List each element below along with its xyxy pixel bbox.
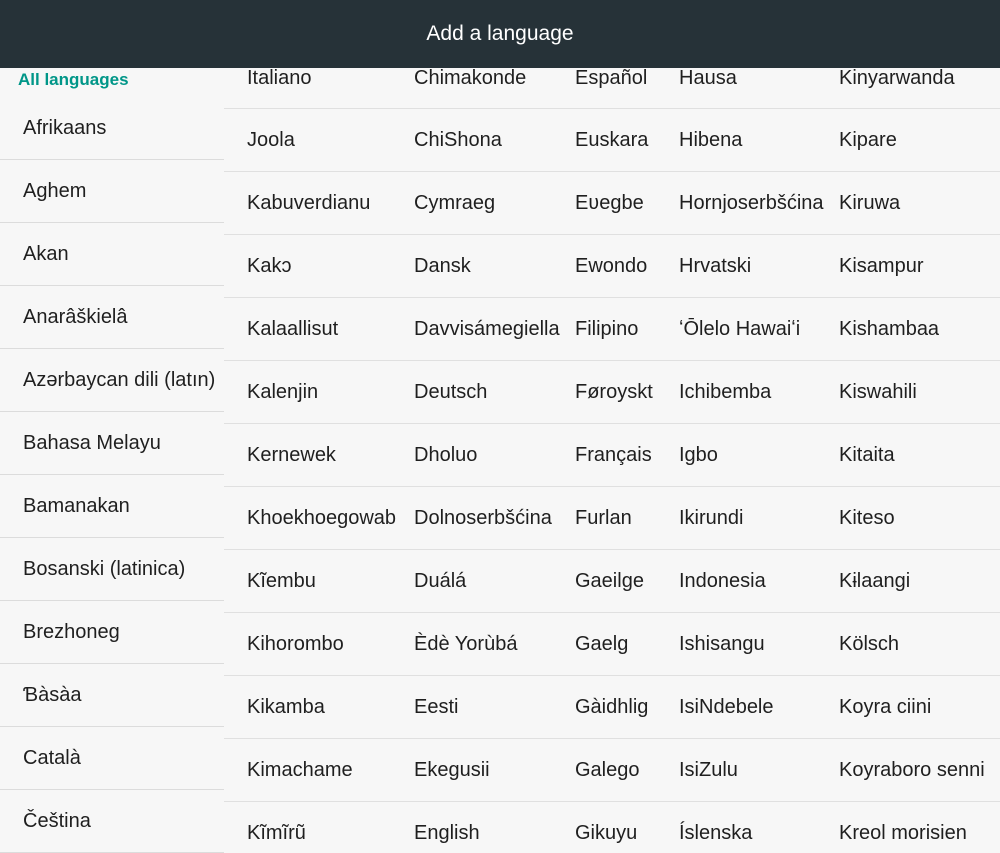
language-option[interactable]: Kimachame xyxy=(247,739,353,802)
language-option[interactable]: Gikuyu xyxy=(575,802,637,852)
language-option[interactable]: Kreol morisien xyxy=(839,802,967,852)
language-option[interactable]: Ikirundi xyxy=(679,487,743,550)
language-option[interactable]: Français xyxy=(575,424,652,487)
language-option[interactable]: Ekegusii xyxy=(414,739,490,802)
language-option[interactable]: Ichibemba xyxy=(679,361,771,424)
sidebar-item-language[interactable]: Akan xyxy=(0,224,224,286)
language-option[interactable]: Ishisangu xyxy=(679,613,765,676)
language-option[interactable]: ChiShona xyxy=(414,109,502,172)
sidebar-item-language[interactable]: Čeština xyxy=(0,791,224,853)
language-option[interactable]: Eʋegbe xyxy=(575,172,644,235)
language-option[interactable]: Gàidhlig xyxy=(575,676,648,739)
language-row: Kimachame Ekegusii Galego IsiZulu Koyrab… xyxy=(224,739,1000,802)
language-option[interactable]: Duálá xyxy=(414,550,466,613)
sidebar-item-language[interactable]: Bahasa Melayu xyxy=(0,413,224,475)
language-option[interactable]: Kalaallisut xyxy=(247,298,338,361)
language-option[interactable]: Gaelg xyxy=(575,613,628,676)
language-option[interactable]: Èdè Yorùbá xyxy=(414,613,517,676)
language-grid: Italiano Chimakonde Español Hausa Kinyar… xyxy=(224,68,1000,852)
language-option[interactable]: Español xyxy=(575,68,647,110)
sidebar-item-language[interactable]: Brezhoneg xyxy=(0,602,224,664)
section-header-all-languages: All languages xyxy=(18,70,129,89)
language-option[interactable]: Kiteso xyxy=(839,487,895,550)
sidebar-item-language[interactable]: Ɓàsàa xyxy=(0,665,224,727)
language-option[interactable]: Kalenjin xyxy=(247,361,318,424)
language-option[interactable]: English xyxy=(414,802,480,852)
language-option[interactable]: Furlan xyxy=(575,487,632,550)
language-option[interactable]: Íslenska xyxy=(679,802,752,852)
language-option[interactable]: Hrvatski xyxy=(679,235,751,298)
title-bar: Add a language xyxy=(0,0,1000,68)
sidebar-item-language[interactable]: Afrikaans xyxy=(0,98,224,160)
language-option[interactable]: Dolnoserbšćina xyxy=(414,487,552,550)
language-option[interactable]: Kikamba xyxy=(247,676,325,739)
language-option[interactable]: Kisampur xyxy=(839,235,923,298)
language-option[interactable]: Kakɔ xyxy=(247,235,291,298)
language-option[interactable]: IsiZulu xyxy=(679,739,738,802)
language-option[interactable]: Hausa xyxy=(679,68,737,110)
language-option[interactable]: Davvisámegiella xyxy=(414,298,560,361)
language-option[interactable]: Igbo xyxy=(679,424,718,487)
page-title: Add a language xyxy=(426,22,574,45)
language-option[interactable]: Galego xyxy=(575,739,640,802)
language-row: Kalaallisut Davvisámegiella Filipino ʻŌl… xyxy=(224,298,1000,361)
sidebar-item-language[interactable]: Anarâškielâ xyxy=(0,287,224,349)
language-option[interactable]: Kihorombo xyxy=(247,613,344,676)
language-option[interactable]: Kabuverdianu xyxy=(247,172,370,235)
language-option[interactable]: Khoekhoegowab xyxy=(247,487,396,550)
language-option[interactable]: Euskara xyxy=(575,109,648,172)
sidebar-item-language[interactable]: Aghem xyxy=(0,161,224,223)
language-option[interactable]: Hornjoserbšćina xyxy=(679,172,824,235)
language-option[interactable]: Dansk xyxy=(414,235,471,298)
language-option[interactable]: Hibena xyxy=(679,109,742,172)
sidebar-item-language[interactable]: Azərbaycan dili (latın) xyxy=(0,350,224,412)
language-option[interactable]: Chimakonde xyxy=(414,68,526,110)
language-option[interactable]: Kɨlaangi xyxy=(839,550,910,613)
language-row: Khoekhoegowab Dolnoserbšćina Furlan Ikir… xyxy=(224,487,1000,550)
language-row: Kihorombo Èdè Yorùbá Gaelg Ishisangu Köl… xyxy=(224,613,1000,676)
language-option[interactable]: Ewondo xyxy=(575,235,647,298)
sidebar-item-language[interactable]: Català xyxy=(0,728,224,790)
language-row: Joola ChiShona Euskara Hibena Kipare xyxy=(224,109,1000,172)
language-option[interactable]: Eesti xyxy=(414,676,458,739)
language-option[interactable]: Koyra ciini xyxy=(839,676,931,739)
language-option[interactable]: Kĩmĩrũ xyxy=(247,802,306,852)
language-option[interactable]: Kĩembu xyxy=(247,550,316,613)
language-row: Kalenjin Deutsch Føroyskt Ichibemba Kisw… xyxy=(224,361,1000,424)
language-option[interactable]: Gaeilge xyxy=(575,550,644,613)
language-option[interactable]: Cymraeg xyxy=(414,172,495,235)
language-option[interactable]: Joola xyxy=(247,109,295,172)
sidebar-item-language[interactable]: Bamanakan xyxy=(0,476,224,538)
language-row: Italiano Chimakonde Español Hausa Kinyar… xyxy=(224,68,1000,110)
language-option[interactable]: Kiruwa xyxy=(839,172,900,235)
language-option[interactable]: Føroyskt xyxy=(575,361,653,424)
language-option[interactable]: Kernewek xyxy=(247,424,336,487)
language-option[interactable]: Kiswahili xyxy=(839,361,917,424)
language-option[interactable]: Dholuo xyxy=(414,424,477,487)
language-row: Kĩembu Duálá Gaeilge Indonesia Kɨlaangi xyxy=(224,550,1000,613)
language-option[interactable]: ʻŌlelo Hawaiʻi xyxy=(679,298,800,361)
language-option[interactable]: Koyraboro senni xyxy=(839,739,985,802)
language-option[interactable]: Indonesia xyxy=(679,550,766,613)
language-row: Kakɔ Dansk Ewondo Hrvatski Kisampur xyxy=(224,235,1000,298)
language-option[interactable]: Kinyarwanda xyxy=(839,68,955,110)
language-option[interactable]: Kishambaa xyxy=(839,298,939,361)
language-row: Kabuverdianu Cymraeg Eʋegbe Hornjoserbšć… xyxy=(224,172,1000,235)
language-row: Kikamba Eesti Gàidhlig IsiNdebele Koyra … xyxy=(224,676,1000,739)
sidebar-item-language[interactable]: Bosanski (latinica) xyxy=(0,539,224,601)
language-row: Kĩmĩrũ English Gikuyu Íslenska Kreol mor… xyxy=(224,802,1000,852)
language-option[interactable]: Kölsch xyxy=(839,613,899,676)
language-row: Kernewek Dholuo Français Igbo Kitaita xyxy=(224,424,1000,487)
language-option[interactable]: Kipare xyxy=(839,109,897,172)
language-option[interactable]: Deutsch xyxy=(414,361,487,424)
language-option[interactable]: Kitaita xyxy=(839,424,895,487)
language-option[interactable]: IsiNdebele xyxy=(679,676,774,739)
language-sidebar: All languages Afrikaans Aghem Akan Anarâ… xyxy=(0,68,224,853)
language-option[interactable]: Italiano xyxy=(247,68,312,110)
language-option[interactable]: Filipino xyxy=(575,298,638,361)
